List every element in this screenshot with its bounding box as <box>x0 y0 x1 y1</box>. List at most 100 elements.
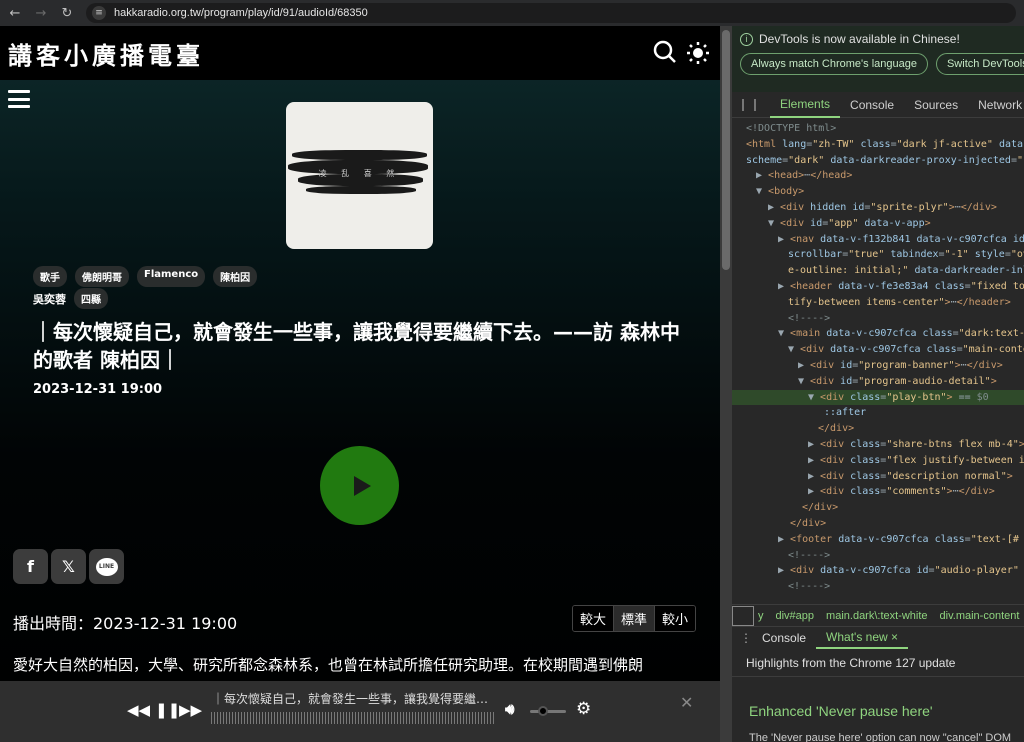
dom-node[interactable]: ▶ <nav data-v-f132b841 data-v-c907cfca i… <box>732 232 1024 248</box>
dom-node[interactable]: ▶ <div id="program-banner">⋯</div> <box>732 358 1024 374</box>
breadcrumb-item[interactable]: main.dark\:text-white <box>826 610 927 622</box>
play-button[interactable] <box>320 446 399 525</box>
cover-caption: 凌 乱 喜 然 <box>318 169 401 178</box>
inspect-element-icon[interactable] <box>742 98 744 111</box>
whats-new-feature-body: The 'Never pause here' option can now "c… <box>749 732 1012 742</box>
x-share-button[interactable]: 𝕏 <box>51 549 86 584</box>
drawer-tab-console[interactable]: Console <box>752 627 816 649</box>
dom-node[interactable]: ▼ <div id="app" data-v-app> <box>732 216 1024 232</box>
font-size-normal-button[interactable]: 標準 <box>614 606 656 631</box>
pause-icon[interactable]: ❚❚ <box>155 701 180 719</box>
volume-knob[interactable] <box>538 706 548 716</box>
page-scrollbar-thumb[interactable] <box>722 30 730 270</box>
dom-node-selected[interactable]: ▼ <div class="play-btn"> == $0 <box>732 389 1024 406</box>
font-size-small-button[interactable]: 較小 <box>655 606 696 631</box>
dom-node[interactable]: ▼ <div data-v-c907cfca class="main-conte <box>732 342 1024 358</box>
line-share-button[interactable]: LINE <box>89 549 124 584</box>
whats-new-feature-title[interactable]: Enhanced 'Never pause here' <box>749 703 933 719</box>
language-banner: i DevTools is now available in Chinese! A… <box>732 26 1024 92</box>
dom-node[interactable]: scrollbar="true" tabindex="-1" style="ov <box>732 247 1024 263</box>
dom-node[interactable]: <html lang="zh-TW" class="dark jf-active… <box>732 137 1024 153</box>
breadcrumb: y div#app main.dark\:text-white div.main… <box>732 604 1024 626</box>
x-icon: 𝕏 <box>62 557 75 576</box>
dom-node[interactable]: tify-between items-center">⋯</header> <box>732 295 1024 311</box>
volume-slider[interactable] <box>530 710 566 713</box>
settings-gear-icon[interactable]: ⚙ <box>576 699 591 719</box>
dom-node[interactable]: ▼ <main data-v-c907cfca class="dark:text… <box>732 326 1024 342</box>
breadcrumb-box[interactable] <box>732 605 754 626</box>
back-arrow-icon[interactable]: ← <box>4 2 26 24</box>
forward-arrow-icon[interactable]: → <box>30 2 52 24</box>
dom-node[interactable]: ▶ <div class="flex justify-between i <box>732 453 1024 469</box>
reload-icon[interactable]: ↻ <box>56 2 78 24</box>
font-size-large-button[interactable]: 較大 <box>573 606 615 631</box>
dom-node[interactable]: scheme="dark" data-darkreader-proxy-inje… <box>732 153 1024 169</box>
author-name: 吳奕蓉 <box>33 292 66 306</box>
site-settings-icon[interactable]: ≡ <box>92 6 106 20</box>
tab-console[interactable]: Console <box>840 92 904 118</box>
episode-description: 愛好大自然的柏因，大學、研究所都念森林系，也曾在林試所擔任研究助理。在校期間遇到… <box>13 656 644 674</box>
dialect-tag[interactable]: 四縣 <box>74 288 108 309</box>
match-language-button[interactable]: Always match Chrome's language <box>740 53 928 75</box>
hamburger-menu-icon[interactable] <box>8 90 30 108</box>
switch-language-button[interactable]: Switch DevTools to Chinese <box>935 53 1024 75</box>
dom-node[interactable]: </div> <box>732 421 1024 437</box>
facebook-icon: f <box>27 557 34 576</box>
dom-node[interactable]: <!----> <box>732 311 1024 327</box>
breadcrumb-item[interactable]: div#app <box>776 610 815 622</box>
site-header: 講客小廣播電臺 <box>0 26 720 80</box>
breadcrumb-item[interactable]: y <box>758 610 764 622</box>
dom-node[interactable]: <!----> <box>732 548 1024 564</box>
episode-title: ｜每次懷疑自己，就會發生一些事，讓我覺得要繼續下去。——訪 森林中的歌者 陳柏因… <box>33 320 680 372</box>
tag-chip[interactable]: 歌手 <box>33 266 67 287</box>
font-size-switcher: 較大 標準 較小 <box>572 605 697 632</box>
line-icon: LINE <box>95 557 118 576</box>
devtools-panel: i DevTools is now available in Chinese! A… <box>732 26 1024 742</box>
tab-sources[interactable]: Sources <box>904 92 968 118</box>
dom-node[interactable]: ▶ <div hidden id="sprite-plyr">⋯</div> <box>732 200 1024 216</box>
dom-node[interactable]: ▼ <body> <box>732 184 1024 200</box>
device-toolbar-icon[interactable] <box>754 98 756 111</box>
air-time: 播出時間：2023-12-31 19:00 <box>13 614 238 633</box>
whats-new-heading: Highlights from the Chrome 127 update <box>746 656 956 670</box>
program-cover-image: 凌 乱 喜 然 <box>286 102 433 249</box>
dom-node[interactable]: ▼ <div id="program-audio-detail"> <box>732 374 1024 390</box>
tab-elements[interactable]: Elements <box>770 92 841 118</box>
tag-chip[interactable]: 陳柏因 <box>213 266 258 287</box>
rewind-icon[interactable]: ◀◀ <box>127 701 150 719</box>
tag-chip[interactable]: 佛朗明哥 <box>75 266 129 287</box>
author-row: 吳奕蓉 四縣 <box>33 288 108 309</box>
dom-node[interactable]: ▶ <div class="description normal"> <box>732 469 1024 485</box>
breadcrumb-item[interactable]: div.main-content <box>940 610 1020 622</box>
divider <box>732 676 1024 677</box>
waveform-progress[interactable] <box>211 712 494 724</box>
dom-node[interactable]: ▶ <header data-v-fe3e83a4 class="fixed t… <box>732 279 1024 295</box>
dom-node[interactable]: ▶ <div class="comments">⋯</div> <box>732 484 1024 500</box>
close-player-icon[interactable]: ✕ <box>680 693 693 712</box>
dom-node[interactable]: <!----> <box>732 579 1024 595</box>
site-logo[interactable]: 講客小廣播電臺 <box>8 36 204 71</box>
dom-node[interactable]: ::after <box>732 405 1024 421</box>
address-bar[interactable]: ≡ hakkaradio.org.tw/program/play/id/91/a… <box>86 3 1016 23</box>
dom-node[interactable]: ▶ <div class="share-btns flex mb-4"> <box>732 437 1024 453</box>
facebook-share-button[interactable]: f <box>13 549 48 584</box>
theme-toggle-sun-icon[interactable] <box>686 41 710 71</box>
dom-node[interactable]: e-outline: initial;" data-darkreader-inl <box>732 263 1024 279</box>
dom-node[interactable]: </div> <box>732 500 1024 516</box>
tag-chip[interactable]: Flamenco <box>137 266 206 287</box>
search-icon[interactable] <box>653 40 677 70</box>
drawer-tab-whats-new[interactable]: What's new × <box>816 627 909 649</box>
dom-node[interactable]: <!DOCTYPE html> <box>732 121 1024 137</box>
drawer-menu-icon[interactable]: ⋮ <box>740 631 752 645</box>
volume-icon[interactable]: 🔊︎ <box>505 700 514 718</box>
fast-forward-icon[interactable]: ▶▶ <box>179 701 202 719</box>
info-icon: i <box>740 32 753 46</box>
player-track-title: ｜每次懷疑自己，就會發生一些事，讓我覺得要繼… <box>212 692 489 706</box>
dom-node[interactable]: </div> <box>732 516 1024 532</box>
dom-node[interactable]: ▶ <footer data-v-c907cfca class="text-[# <box>732 532 1024 548</box>
dom-node[interactable]: ▶ <div data-v-c907cfca id="audio-player" <box>732 563 1024 579</box>
tag-list: 歌手 佛朗明哥 Flamenco 陳柏因 <box>33 266 258 287</box>
dom-node[interactable]: ▶ <head>⋯</head> <box>732 168 1024 184</box>
dom-tree: <!DOCTYPE html> <html lang="zh-TW" class… <box>732 118 1024 595</box>
tab-network[interactable]: Network <box>968 92 1024 118</box>
